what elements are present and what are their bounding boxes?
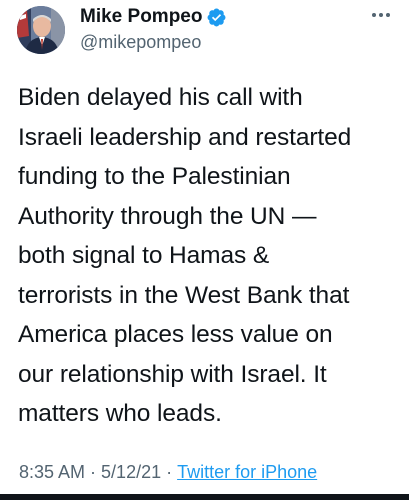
avatar-photo-icon [17,6,65,54]
author-handle[interactable]: @mikepompeo [80,31,201,53]
bottom-divider [0,494,409,500]
more-options-icon[interactable] [368,6,394,24]
author-display-name[interactable]: Mike Pompeo [80,5,202,29]
tweet-source-link[interactable]: Twitter for iPhone [177,462,317,482]
tweet-date[interactable]: 5/12/21 [101,462,161,482]
author-avatar[interactable] [17,6,65,54]
tweet-card: Mike Pompeo @mikepompeo Biden delayed hi… [0,0,409,500]
tweet-metadata: 8:35 AM · 5/12/21 · Twitter for iPhone [19,460,317,484]
meta-separator: · [90,462,97,482]
verified-badge-icon [206,7,227,28]
author-name-row: Mike Pompeo [80,5,227,29]
tweet-text: Biden delayed his call with Israeli lead… [18,84,352,427]
tweet-time[interactable]: 8:35 AM [19,462,85,482]
meta-separator: · [166,462,173,482]
